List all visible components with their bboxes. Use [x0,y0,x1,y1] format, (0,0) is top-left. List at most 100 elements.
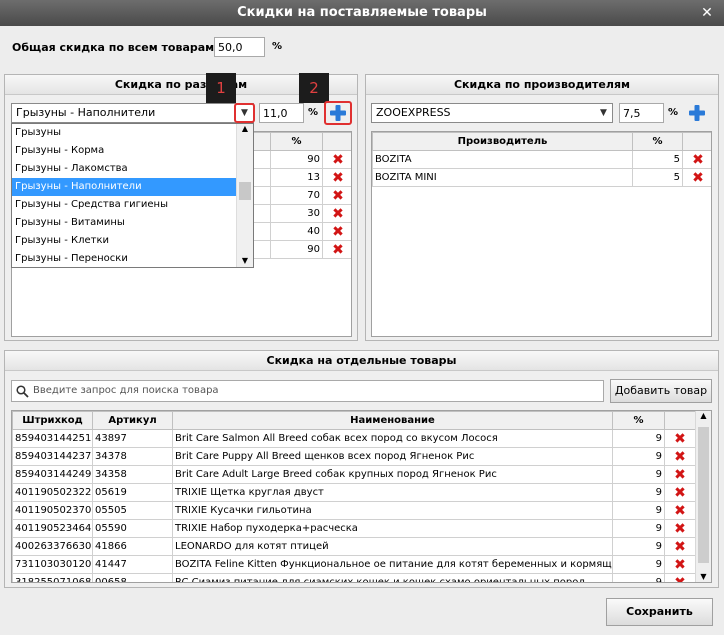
delete-icon[interactable]: ✖ [674,521,686,537]
scrollbar-thumb[interactable] [698,427,709,563]
section-dropdown-list[interactable]: Грызуны Грызуны - Корма Грызуны - Лакомств… [11,123,254,268]
manufacturers-col-name: Производитель [372,132,633,151]
table-row[interactable]: 318255071068 00658 RC Сиамиз питание для с… [12,573,696,583]
product-barcode-cell: 401190523464 [12,519,93,538]
manufacturers-table: Производитель % BOZITA 5 ✖ BOZITA MINI 5 ✖ [371,131,712,337]
delete-cell: ✖ [664,519,696,538]
delete-icon[interactable]: ✖ [674,557,686,573]
section-select[interactable]: Грызуны - Наполнители ▼ [11,103,254,123]
product-search-input[interactable]: Введите запрос для поиска товара [11,380,604,402]
product-article-cell: 41866 [92,537,173,556]
table-row[interactable]: 401190502370 05505 TRIXIE Кусачки гильотин… [12,501,696,520]
add-manufacturer-button[interactable] [686,103,708,123]
products-col-pct: % [612,411,665,430]
manufacturers-col-pct: % [632,132,683,151]
delete-icon[interactable]: ✖ [674,575,686,583]
delete-cell: ✖ [682,150,711,169]
product-pct-cell: 9 [612,429,665,448]
dropdown-item[interactable]: Грызуны - Клетки [12,232,236,250]
product-article-cell: 34358 [92,465,173,484]
callout-1: 1 [206,73,236,103]
product-barcode-cell: 401190502370 [12,501,93,520]
sections-col-del [322,132,351,151]
overall-discount-input[interactable] [214,37,265,57]
delete-icon[interactable]: ✖ [674,431,686,447]
delete-icon[interactable]: ✖ [332,224,344,240]
scrollbar-thumb[interactable] [239,182,251,200]
table-row[interactable]: 859403144249 34358 Brit Care Adult Large B… [12,465,696,484]
table-row[interactable]: 401190502322 05619 TRIXIE Щетка круглая дв… [12,483,696,502]
product-barcode-cell: 859403144249 [12,465,93,484]
product-name-cell: Brit Care Adult Large Breed собак крупны… [172,465,613,484]
add-product-button[interactable]: Добавить товар [610,379,712,403]
products-scrollbar[interactable]: ▲ ▼ [695,411,711,582]
scroll-up-icon[interactable]: ▲ [696,411,711,420]
product-pct-cell: 9 [612,519,665,538]
scroll-up-icon[interactable]: ▲ [237,124,253,136]
dropdown-item[interactable]: Грызуны - Наполнители [12,178,236,196]
delete-icon[interactable]: ✖ [674,449,686,465]
section-select-value: Грызуны - Наполнители [16,106,156,119]
table-row[interactable]: 731103030120 41447 BOZITA Feline Kitten Фу… [12,555,696,574]
delete-icon[interactable]: ✖ [332,188,344,204]
delete-icon[interactable]: ✖ [332,152,344,168]
section-pct-cell: 90 [270,150,323,169]
product-article-cell: 41447 [92,555,173,574]
delete-icon[interactable]: ✖ [692,170,704,186]
close-icon[interactable]: ✕ [698,4,716,22]
table-row[interactable]: 859403144251 43897 Brit Care Salmon All Br… [12,429,696,448]
overall-discount-label: Общая скидка по всем товарам: [12,41,219,54]
delete-icon[interactable]: ✖ [674,485,686,501]
scroll-down-icon[interactable]: ▼ [696,572,711,581]
section-pct-cell: 13 [270,168,323,187]
manufacturers-title: Скидка по производителям [366,75,718,95]
product-name-cell: TRIXIE Набор пуходерка+расческа [172,519,613,538]
delete-cell: ✖ [664,555,696,574]
products-table: Штрихкод Артикул Наименование % 85940314… [11,410,712,583]
product-pct-cell: 9 [612,447,665,466]
delete-icon[interactable]: ✖ [692,152,704,168]
section-pct-cell: 90 [270,240,323,259]
dropdown-item[interactable]: Грызуны - Переноски [12,250,236,268]
delete-icon[interactable]: ✖ [674,503,686,519]
product-article-cell: 43897 [92,429,173,448]
delete-icon[interactable]: ✖ [332,206,344,222]
manufacturer-name-cell: BOZITA [372,150,633,169]
chevron-down-icon[interactable]: ▼ [595,104,612,122]
dropdown-item[interactable]: Грызуны - Лакомства [12,160,236,178]
delete-cell: ✖ [322,240,351,259]
table-row[interactable]: BOZITA MINI 5 ✖ [372,168,711,187]
manufacturer-pct-cell: 5 [632,168,683,187]
callout-2: 2 [299,73,329,103]
product-name-cell: TRIXIE Кусачки гильотина [172,501,613,520]
products-col-barcode: Штрихкод [12,411,93,430]
scroll-down-icon[interactable]: ▼ [237,256,253,265]
dropdown-item[interactable]: Грызуны - Витамины [12,214,236,232]
dropdown-scrollbar[interactable]: ▲ ▼ [236,124,253,267]
table-row[interactable]: 401190523464 05590 TRIXIE Набор пуходерка+… [12,519,696,538]
delete-icon[interactable]: ✖ [332,170,344,186]
table-row[interactable]: 859403144237 34378 Brit Care Puppy All Bre… [12,447,696,466]
table-row[interactable]: 400263376630 41866 LEONARDO для котят птиц… [12,537,696,556]
product-barcode-cell: 731103030120 [12,555,93,574]
manufacturer-discount-input[interactable] [619,103,664,123]
dropdown-item[interactable]: Грызуны - Корма [12,142,236,160]
delete-icon[interactable]: ✖ [332,242,344,258]
product-pct-cell: 9 [612,483,665,502]
manufacturer-select[interactable]: ZOOEXPRESS ▼ [371,103,613,123]
product-barcode-cell: 859403144237 [12,447,93,466]
dropdown-item[interactable]: Грызуны [12,124,236,142]
section-pct-cell: 30 [270,204,323,223]
product-pct-cell: 9 [612,555,665,574]
product-article-cell: 05590 [92,519,173,538]
table-row[interactable]: BOZITA 5 ✖ [372,150,711,169]
product-pct-cell: 9 [612,537,665,556]
section-pct-sign: % [308,107,319,118]
dropdown-item[interactable]: Грызуны - Средства гигиены [12,196,236,214]
window-title: Скидки на поставляемые товары [0,0,724,26]
delete-cell: ✖ [664,483,696,502]
delete-icon[interactable]: ✖ [674,467,686,483]
save-button[interactable]: Сохранить [606,598,713,626]
section-discount-input[interactable] [259,103,304,123]
delete-icon[interactable]: ✖ [674,539,686,555]
